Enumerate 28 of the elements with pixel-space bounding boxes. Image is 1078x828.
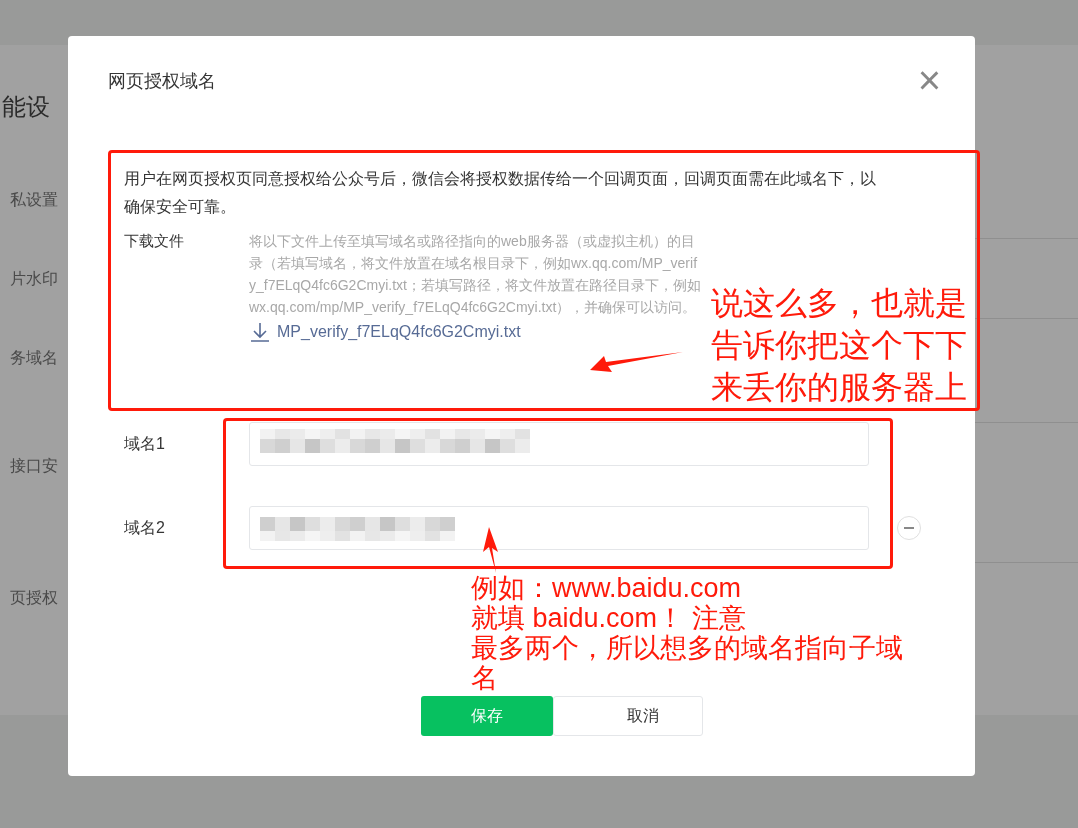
annotation-text: 例如：www.baidu.com bbox=[471, 573, 742, 603]
save-button[interactable]: 保存 bbox=[421, 696, 553, 736]
instructions-text: 将以下文件上传至填写域名或路径指向的web服务器（或虚拟主机）的目录（若填写域名，将文件放置在域名根目录下，例如wx.qq.com/MP_verify_f7ELqQ4fc6G2Cmyi.txt；若填写路径，将文件放置在路径目录下，例如wx.qq.com/mp/MP_verify_f7ELqQ4fc6G2Cmyi.txt），并确保可以访问。 bbox=[249, 232, 702, 317]
menu-item[interactable]: 片水印 bbox=[10, 267, 58, 291]
field-label: 域名2 bbox=[124, 518, 166, 538]
domain-input[interactable] bbox=[249, 422, 869, 466]
cancel-button[interactable]: 取消 bbox=[553, 696, 703, 736]
minus-icon bbox=[904, 527, 914, 529]
annotation-arrow bbox=[481, 526, 499, 574]
download-icon bbox=[249, 322, 271, 342]
close-button[interactable]: × bbox=[917, 60, 941, 100]
domain-input[interactable] bbox=[249, 506, 869, 550]
field-label: 域名1 bbox=[124, 434, 166, 454]
annotation-text: 告诉你把这个下下 bbox=[711, 326, 967, 365]
menu-item[interactable]: 私设置 bbox=[10, 188, 58, 212]
menu-item[interactable]: 务域名 bbox=[10, 346, 58, 370]
annotation-text: 名 bbox=[471, 663, 498, 693]
annotation-text: 说这么多，也就是 bbox=[711, 284, 967, 323]
annotation-text: 来丢你的服务器上 bbox=[711, 368, 967, 407]
page-heading: 能设 bbox=[2, 92, 50, 122]
download-link[interactable]: MP_verify_f7ELqQ4fc6G2Cmyi.txt bbox=[249, 318, 521, 346]
menu-item[interactable]: 接口安 bbox=[10, 454, 58, 478]
dialog-title: 网页授权域名 bbox=[108, 69, 216, 93]
field-label: 下载文件 bbox=[124, 231, 185, 251]
annotation-text: 最多两个，所以想多的域名指向子域 bbox=[471, 633, 903, 663]
annotation-text: 就填 baidu.com！ 注意 bbox=[471, 603, 746, 633]
description-text: 用户在网页授权页同意授权给公众号后，微信会将授权数据传给一个回调页面，回调页面需在此域名下，以确保安全可靠。 bbox=[124, 169, 877, 217]
menu-item[interactable]: 页授权 bbox=[10, 586, 58, 610]
